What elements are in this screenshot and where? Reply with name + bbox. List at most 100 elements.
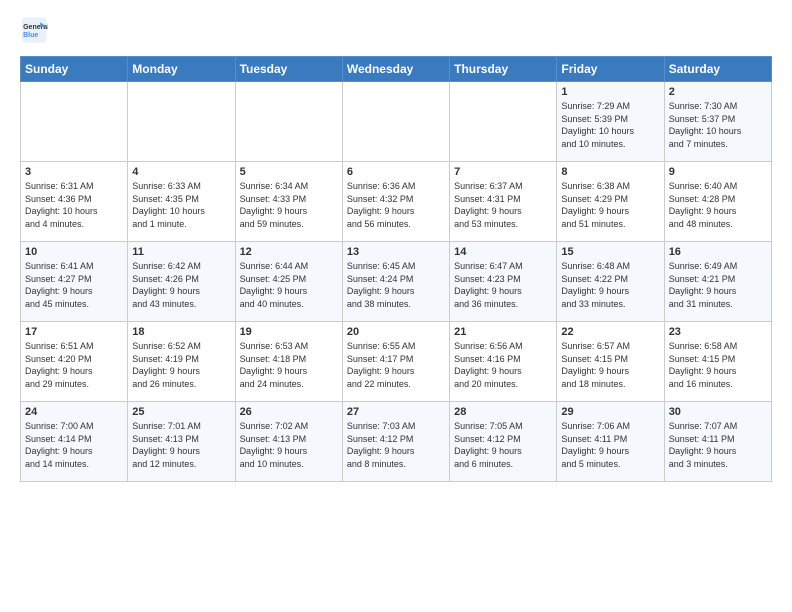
day-cell: 13Sunrise: 6:45 AM Sunset: 4:24 PM Dayli…	[342, 242, 449, 322]
day-cell: 27Sunrise: 7:03 AM Sunset: 4:12 PM Dayli…	[342, 402, 449, 482]
day-number: 12	[240, 246, 338, 258]
day-cell: 11 Sunrise: 6:42 AM Sunset: 4:26 PM Dayli…	[128, 242, 235, 322]
col-header-saturday: Saturday	[664, 57, 771, 82]
day-cell: 29Sunrise: 7:06 AM Sunset: 4:11 PM Dayli…	[557, 402, 664, 482]
day-info: Sunrise: 7:00 AM Sunset: 4:14 PM Dayligh…	[25, 420, 123, 470]
day-cell: 21 Sunrise: 6:56 AM Sunset: 4:16 PM Dayli…	[450, 322, 557, 402]
day-info: Sunrise: 6:42 AM Sunset: 4:26 PM Dayligh…	[132, 260, 230, 310]
day-number: 10	[25, 246, 123, 258]
logo: General Blue	[20, 16, 52, 44]
day-cell: 4Sunrise: 6:33 AM Sunset: 4:35 PM Daylig…	[128, 162, 235, 242]
day-cell: 10 Sunrise: 6:41 AM Sunset: 4:27 PM Dayli…	[21, 242, 128, 322]
day-number: 11	[132, 246, 230, 258]
day-info: Sunrise: 6:38 AM Sunset: 4:29 PM Dayligh…	[561, 180, 659, 230]
day-info: Sunrise: 6:37 AM Sunset: 4:31 PM Dayligh…	[454, 180, 552, 230]
day-cell: 6 Sunrise: 6:36 AM Sunset: 4:32 PM Daylig…	[342, 162, 449, 242]
day-cell: 14 Sunrise: 6:47 AM Sunset: 4:23 PM Dayli…	[450, 242, 557, 322]
day-cell: 19Sunrise: 6:53 AM Sunset: 4:18 PM Dayli…	[235, 322, 342, 402]
day-info: Sunrise: 6:47 AM Sunset: 4:23 PM Dayligh…	[454, 260, 552, 310]
day-cell: 30Sunrise: 7:07 AM Sunset: 4:11 PM Dayli…	[664, 402, 771, 482]
calendar-table: SundayMondayTuesdayWednesdayThursdayFrid…	[20, 56, 772, 482]
day-number: 18	[132, 326, 230, 338]
day-info: Sunrise: 6:51 AM Sunset: 4:20 PM Dayligh…	[25, 340, 123, 390]
day-info: Sunrise: 6:57 AM Sunset: 4:15 PM Dayligh…	[561, 340, 659, 390]
day-number: 28	[454, 406, 552, 418]
day-cell: 1 Sunrise: 7:29 AM Sunset: 5:39 PM Daylig…	[557, 82, 664, 162]
day-cell: 3 Sunrise: 6:31 AM Sunset: 4:36 PM Daylig…	[21, 162, 128, 242]
day-info: Sunrise: 6:55 AM Sunset: 4:17 PM Dayligh…	[347, 340, 445, 390]
day-number: 2	[669, 86, 767, 98]
day-number: 16	[669, 246, 767, 258]
day-number: 14	[454, 246, 552, 258]
day-number: 19	[240, 326, 338, 338]
day-number: 24	[25, 406, 123, 418]
day-cell	[21, 82, 128, 162]
day-info: Sunrise: 6:44 AM Sunset: 4:25 PM Dayligh…	[240, 260, 338, 310]
logo-icon: General Blue	[20, 16, 48, 44]
day-number: 26	[240, 406, 338, 418]
day-number: 7	[454, 166, 552, 178]
day-cell: 22 Sunrise: 6:57 AM Sunset: 4:15 PM Dayli…	[557, 322, 664, 402]
day-info: Sunrise: 6:40 AM Sunset: 4:28 PM Dayligh…	[669, 180, 767, 230]
day-info: Sunrise: 6:56 AM Sunset: 4:16 PM Dayligh…	[454, 340, 552, 390]
day-cell: 17 Sunrise: 6:51 AM Sunset: 4:20 PM Dayli…	[21, 322, 128, 402]
day-number: 13	[347, 246, 445, 258]
day-number: 21	[454, 326, 552, 338]
page: General Blue SundayMondayTuesdayWednesda…	[0, 0, 792, 492]
col-header-monday: Monday	[128, 57, 235, 82]
day-number: 5	[240, 166, 338, 178]
day-number: 22	[561, 326, 659, 338]
day-cell: 12 Sunrise: 6:44 AM Sunset: 4:25 PM Dayli…	[235, 242, 342, 322]
col-header-thursday: Thursday	[450, 57, 557, 82]
day-number: 17	[25, 326, 123, 338]
day-cell: 24 Sunrise: 7:00 AM Sunset: 4:14 PM Dayli…	[21, 402, 128, 482]
day-info: Sunrise: 7:29 AM Sunset: 5:39 PM Dayligh…	[561, 100, 659, 150]
day-info: Sunrise: 7:02 AM Sunset: 4:13 PM Dayligh…	[240, 420, 338, 470]
week-row-1: 1 Sunrise: 7:29 AM Sunset: 5:39 PM Daylig…	[21, 82, 772, 162]
day-cell	[450, 82, 557, 162]
day-info: Sunrise: 6:58 AM Sunset: 4:15 PM Dayligh…	[669, 340, 767, 390]
day-info: Sunrise: 7:05 AM Sunset: 4:12 PM Dayligh…	[454, 420, 552, 470]
day-cell: 7 Sunrise: 6:37 AM Sunset: 4:31 PM Daylig…	[450, 162, 557, 242]
day-number: 1	[561, 86, 659, 98]
week-row-5: 24 Sunrise: 7:00 AM Sunset: 4:14 PM Dayli…	[21, 402, 772, 482]
week-row-2: 3 Sunrise: 6:31 AM Sunset: 4:36 PM Daylig…	[21, 162, 772, 242]
day-cell: 28 Sunrise: 7:05 AM Sunset: 4:12 PM Dayli…	[450, 402, 557, 482]
day-cell: 8 Sunrise: 6:38 AM Sunset: 4:29 PM Daylig…	[557, 162, 664, 242]
day-info: Sunrise: 7:30 AM Sunset: 5:37 PM Dayligh…	[669, 100, 767, 150]
header: General Blue	[20, 16, 772, 44]
col-header-sunday: Sunday	[21, 57, 128, 82]
svg-text:Blue: Blue	[23, 32, 38, 39]
day-cell: 9Sunrise: 6:40 AM Sunset: 4:28 PM Daylig…	[664, 162, 771, 242]
day-number: 8	[561, 166, 659, 178]
day-info: Sunrise: 6:41 AM Sunset: 4:27 PM Dayligh…	[25, 260, 123, 310]
col-header-friday: Friday	[557, 57, 664, 82]
day-cell	[128, 82, 235, 162]
day-number: 6	[347, 166, 445, 178]
day-cell: 5 Sunrise: 6:34 AM Sunset: 4:33 PM Daylig…	[235, 162, 342, 242]
day-info: Sunrise: 6:34 AM Sunset: 4:33 PM Dayligh…	[240, 180, 338, 230]
day-cell	[342, 82, 449, 162]
day-cell: 15 Sunrise: 6:48 AM Sunset: 4:22 PM Dayli…	[557, 242, 664, 322]
col-header-wednesday: Wednesday	[342, 57, 449, 82]
day-number: 15	[561, 246, 659, 258]
day-info: Sunrise: 6:31 AM Sunset: 4:36 PM Dayligh…	[25, 180, 123, 230]
day-cell: 26 Sunrise: 7:02 AM Sunset: 4:13 PM Dayli…	[235, 402, 342, 482]
day-number: 25	[132, 406, 230, 418]
day-number: 27	[347, 406, 445, 418]
day-cell: 2 Sunrise: 7:30 AM Sunset: 5:37 PM Daylig…	[664, 82, 771, 162]
day-info: Sunrise: 6:48 AM Sunset: 4:22 PM Dayligh…	[561, 260, 659, 310]
day-info: Sunrise: 7:06 AM Sunset: 4:11 PM Dayligh…	[561, 420, 659, 470]
day-number: 23	[669, 326, 767, 338]
header-row: SundayMondayTuesdayWednesdayThursdayFrid…	[21, 57, 772, 82]
day-cell: 18Sunrise: 6:52 AM Sunset: 4:19 PM Dayli…	[128, 322, 235, 402]
day-number: 20	[347, 326, 445, 338]
day-info: Sunrise: 6:36 AM Sunset: 4:32 PM Dayligh…	[347, 180, 445, 230]
day-cell: 20 Sunrise: 6:55 AM Sunset: 4:17 PM Dayli…	[342, 322, 449, 402]
day-cell: 25Sunrise: 7:01 AM Sunset: 4:13 PM Dayli…	[128, 402, 235, 482]
day-cell	[235, 82, 342, 162]
day-number: 30	[669, 406, 767, 418]
day-number: 3	[25, 166, 123, 178]
col-header-tuesday: Tuesday	[235, 57, 342, 82]
day-cell: 23 Sunrise: 6:58 AM Sunset: 4:15 PM Dayli…	[664, 322, 771, 402]
